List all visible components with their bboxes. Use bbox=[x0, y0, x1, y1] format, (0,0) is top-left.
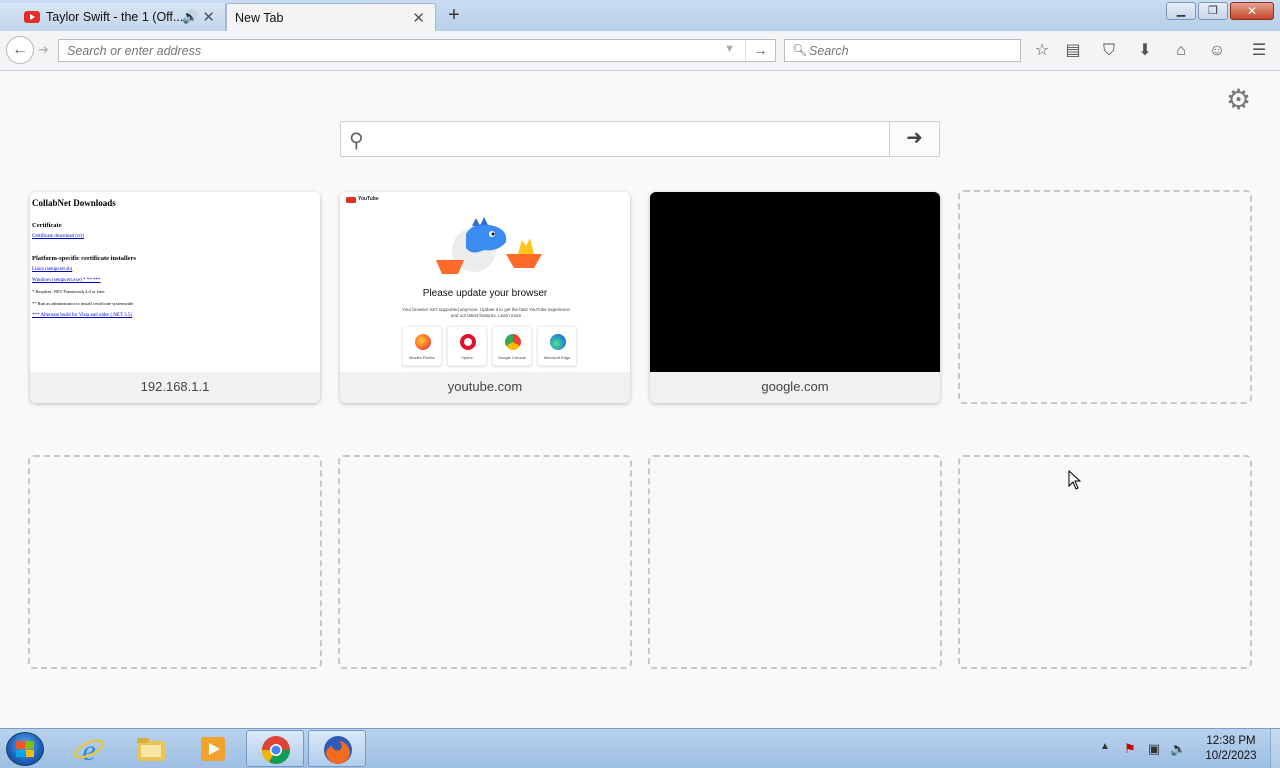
empty-tile-slot bbox=[958, 190, 1252, 404]
hamburger-menu-icon[interactable]: ☰ bbox=[1248, 40, 1270, 62]
search-bar[interactable]: 🔍︎ bbox=[784, 39, 1021, 62]
bookmarks-menu-icon[interactable]: ▤ bbox=[1062, 40, 1084, 62]
internet-explorer-icon: e bbox=[74, 734, 104, 765]
thumb-note: *** Alternate build for Vista and older … bbox=[32, 313, 133, 318]
thumb-subheading: Certificate bbox=[32, 222, 62, 229]
update-message: Please update your browser bbox=[422, 288, 548, 299]
thumb-subheading: Platform-specific certificate installers bbox=[32, 255, 136, 262]
opera-icon: Opera bbox=[447, 326, 487, 366]
back-button[interactable]: ← bbox=[6, 36, 34, 64]
firefox-icon bbox=[324, 736, 352, 764]
edge-icon: Microsoft Edge bbox=[537, 326, 577, 366]
url-bar[interactable]: ▼ → bbox=[58, 39, 776, 62]
browser-label: Mozilla Firefox bbox=[409, 355, 435, 360]
windows-logo-icon bbox=[16, 741, 34, 757]
mouse-cursor-icon bbox=[1068, 470, 1082, 490]
restore-button[interactable]: ❐ bbox=[1198, 2, 1228, 20]
show-hidden-icons-arrow-icon[interactable]: ▲ bbox=[1100, 741, 1110, 752]
minimize-icon: ▁ bbox=[1176, 5, 1186, 17]
close-window-button[interactable]: ✕ bbox=[1230, 2, 1274, 20]
clock-time: 12:38 PM bbox=[1206, 735, 1256, 747]
thumb-link: Linux (setupcert.sh) bbox=[32, 267, 73, 272]
thumb-link: Certificate download (crt) bbox=[32, 234, 84, 239]
home-icon[interactable]: ⌂ bbox=[1170, 40, 1192, 62]
newtab-search-input[interactable] bbox=[381, 126, 881, 152]
top-site-tile[interactable]: google.com bbox=[650, 192, 940, 403]
close-tab-icon[interactable]: ✕ bbox=[202, 8, 215, 26]
start-button[interactable] bbox=[6, 732, 44, 766]
clock-date: 10/2/2023 bbox=[1205, 750, 1257, 762]
taskbar-firefox[interactable] bbox=[308, 730, 366, 767]
dinosaur-illustration-icon bbox=[436, 217, 542, 274]
network-icon[interactable]: ▣ bbox=[1146, 741, 1162, 757]
taskbar-internet-explorer[interactable]: e bbox=[60, 730, 118, 767]
new-tab-button[interactable]: + bbox=[444, 4, 464, 27]
system-clock[interactable]: 12:38 PM 10/2/2023 bbox=[1196, 734, 1266, 764]
empty-tile-slot bbox=[338, 455, 632, 669]
media-player-icon bbox=[201, 737, 225, 761]
thumb-note: ** Run as administrator to install certi… bbox=[32, 301, 134, 306]
volume-muted-icon[interactable]: 🔈 bbox=[1170, 741, 1186, 757]
taskbar-media-player[interactable] bbox=[184, 730, 242, 767]
taskbar: e ▲ ⚑ ▣ 🔈 12:38 PM 10/2/2023 bbox=[0, 728, 1280, 768]
youtube-icon bbox=[24, 11, 40, 23]
tab-new-tab[interactable]: New Tab ✕ bbox=[226, 3, 436, 31]
search-icon: 🔍︎ bbox=[792, 43, 808, 57]
browser-label: Microsoft Edge bbox=[543, 355, 571, 360]
new-tab-page: ⚙ ⚲ ➜ CollabNet Downloads Certificate Ce… bbox=[0, 72, 1280, 728]
close-icon: ✕ bbox=[1246, 4, 1258, 18]
firefox-icon: Mozilla Firefox bbox=[402, 326, 442, 366]
newtab-search-box[interactable]: ⚲ ➜ bbox=[340, 121, 940, 157]
downloads-icon[interactable]: ⬇ bbox=[1134, 40, 1156, 62]
forward-button[interactable]: ➜ bbox=[38, 42, 49, 58]
top-site-tile[interactable]: YouTube Please update your browser Your … bbox=[340, 192, 630, 403]
tile-caption: google.com bbox=[650, 372, 940, 403]
chrome-icon bbox=[262, 736, 290, 764]
search-input[interactable] bbox=[809, 41, 1009, 60]
empty-tile-slot bbox=[28, 455, 322, 669]
go-arrow-icon[interactable]: → bbox=[745, 40, 775, 61]
gear-icon[interactable]: ⚙ bbox=[1226, 86, 1251, 114]
tile-thumbnail: YouTube Please update your browser Your … bbox=[340, 192, 630, 372]
url-history-dropdown-icon[interactable]: ▼ bbox=[724, 43, 735, 55]
show-desktop-button[interactable] bbox=[1270, 729, 1280, 768]
pocket-icon[interactable]: ⛉ bbox=[1098, 40, 1120, 62]
taskbar-file-explorer[interactable] bbox=[122, 730, 180, 767]
tab-title: New Tab bbox=[235, 10, 284, 25]
restore-icon: ❐ bbox=[1208, 5, 1218, 17]
tile-thumbnail: CollabNet Downloads Certificate Certific… bbox=[30, 192, 320, 372]
taskbar-chrome[interactable] bbox=[246, 730, 304, 767]
tab-strip: Taylor Swift - the 1 (Off... 🔊 ✕ New Tab… bbox=[0, 0, 1280, 31]
thumb-note: * Requires .NET Framework 4.0 or later bbox=[32, 289, 105, 294]
browser-label: Google Chrome bbox=[497, 355, 527, 360]
chrome-icon: Google Chrome bbox=[492, 326, 532, 366]
file-explorer-icon bbox=[137, 738, 165, 761]
tile-thumbnail bbox=[650, 192, 940, 372]
speaker-icon[interactable]: 🔊 bbox=[182, 9, 198, 25]
action-center-flag-icon[interactable]: ⚑ bbox=[1122, 741, 1138, 757]
url-input[interactable] bbox=[59, 40, 699, 61]
search-go-button[interactable]: ➜ bbox=[889, 122, 939, 156]
youtube-logo-text: YouTube bbox=[358, 196, 379, 202]
top-site-tile[interactable]: CollabNet Downloads Certificate Certific… bbox=[30, 192, 320, 403]
window-controls: ▁ ❐ ✕ bbox=[1164, 2, 1274, 20]
tab-title: Taylor Swift - the 1 (Off... bbox=[46, 10, 184, 24]
close-tab-icon[interactable]: ✕ bbox=[412, 9, 425, 27]
update-subtext: Your browser isn't supported anymore. Up… bbox=[402, 307, 570, 318]
browser-label: Opera bbox=[461, 355, 473, 360]
tile-caption: 192.168.1.1 bbox=[30, 372, 320, 403]
empty-tile-slot bbox=[648, 455, 942, 669]
thumb-heading: CollabNet Downloads bbox=[32, 198, 116, 208]
tile-caption: youtube.com bbox=[340, 372, 630, 403]
tab-youtube[interactable]: Taylor Swift - the 1 (Off... 🔊 ✕ bbox=[0, 3, 226, 31]
youtube-logo-icon bbox=[346, 197, 356, 203]
search-icon: ⚲ bbox=[349, 130, 364, 152]
thumb-link: Windows (setupcert.exe) * ** *** bbox=[32, 278, 101, 283]
chat-icon[interactable]: ☺ bbox=[1206, 40, 1228, 62]
svg-text:e: e bbox=[82, 734, 95, 765]
minimize-button[interactable]: ▁ bbox=[1166, 2, 1196, 20]
bookmark-star-icon[interactable]: ☆ bbox=[1031, 40, 1053, 62]
nav-bar: ← ➜ ▼ → 🔍︎ ☆ ▤ ⛉ ⬇ ⌂ ☺ ☰ bbox=[0, 31, 1280, 71]
empty-tile-slot bbox=[958, 455, 1252, 669]
